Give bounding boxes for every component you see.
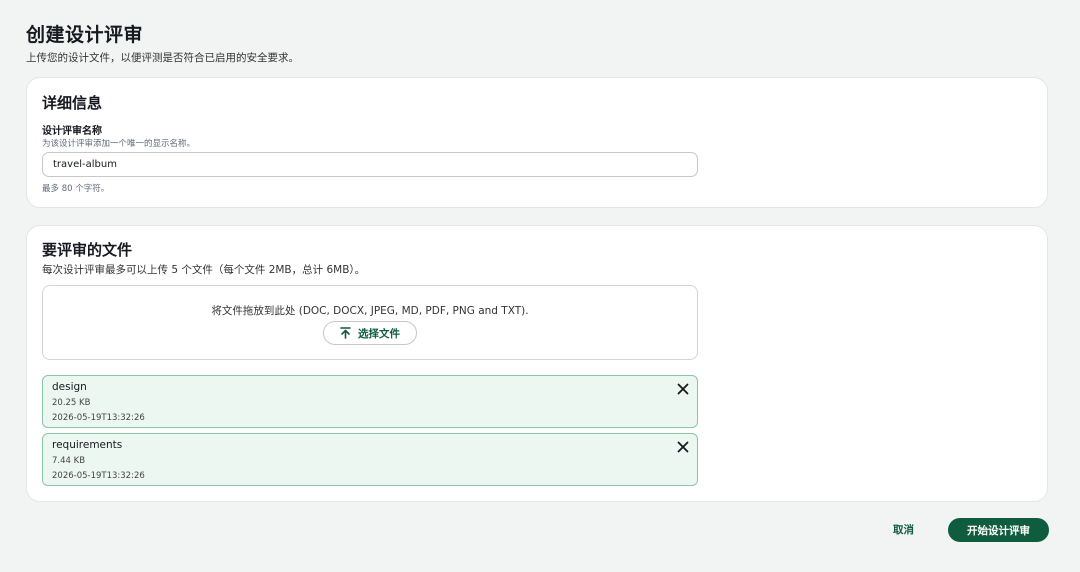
review-name-constraint: 最多 80 个字符。 — [42, 184, 110, 194]
file-size: 7.44 KB — [52, 456, 86, 466]
choose-files-label: 选择文件 — [358, 327, 400, 340]
review-name-label: 设计评审名称 — [42, 126, 102, 137]
file-modified: 2026-05-19T13:32:26 — [52, 413, 145, 423]
file-name: design — [52, 381, 87, 393]
dropzone-text: 将文件拖放到此处 (DOC, DOCX, JPEG, MD, PDF, PNG … — [211, 305, 529, 317]
page-description: 上传您的设计文件，以便评测是否符合已启用的安全要求。 — [26, 52, 299, 64]
start-review-button[interactable]: 开始设计评审 — [948, 518, 1049, 542]
review-name-input[interactable] — [42, 152, 698, 177]
create-design-review-page: 创建设计评审 上传您的设计文件，以便评测是否符合已启用的安全要求。 详细信息 设… — [0, 0, 1080, 572]
files-card: 要评审的文件 每次设计评审最多可以上传 5 个文件（每个文件 2MB，总计 6M… — [26, 225, 1048, 502]
file-name: requirements — [52, 439, 123, 451]
choose-files-button[interactable]: 选择文件 — [323, 321, 417, 345]
details-card: 详细信息 设计评审名称 为该设计评审添加一个唯一的显示名称。 最多 80 个字符… — [26, 77, 1048, 208]
review-name-description: 为该设计评审添加一个唯一的显示名称。 — [42, 139, 196, 149]
close-icon[interactable] — [676, 381, 690, 395]
upload-arrow-icon — [340, 327, 351, 339]
page-title: 创建设计评审 — [26, 24, 144, 46]
cancel-button[interactable]: 取消 — [893, 522, 914, 537]
details-heading: 详细信息 — [42, 94, 103, 112]
file-token: requirements 7.44 KB 2026-05-19T13:32:26 — [42, 433, 698, 486]
close-icon[interactable] — [676, 439, 690, 453]
file-dropzone[interactable]: 将文件拖放到此处 (DOC, DOCX, JPEG, MD, PDF, PNG … — [42, 285, 698, 360]
file-modified: 2026-05-19T13:32:26 — [52, 471, 145, 481]
file-token: design 20.25 KB 2026-05-19T13:32:26 — [42, 375, 698, 428]
files-heading: 要评审的文件 — [42, 241, 133, 259]
file-size: 20.25 KB — [52, 398, 91, 408]
files-description: 每次设计评审最多可以上传 5 个文件（每个文件 2MB，总计 6MB）。 — [42, 264, 366, 276]
